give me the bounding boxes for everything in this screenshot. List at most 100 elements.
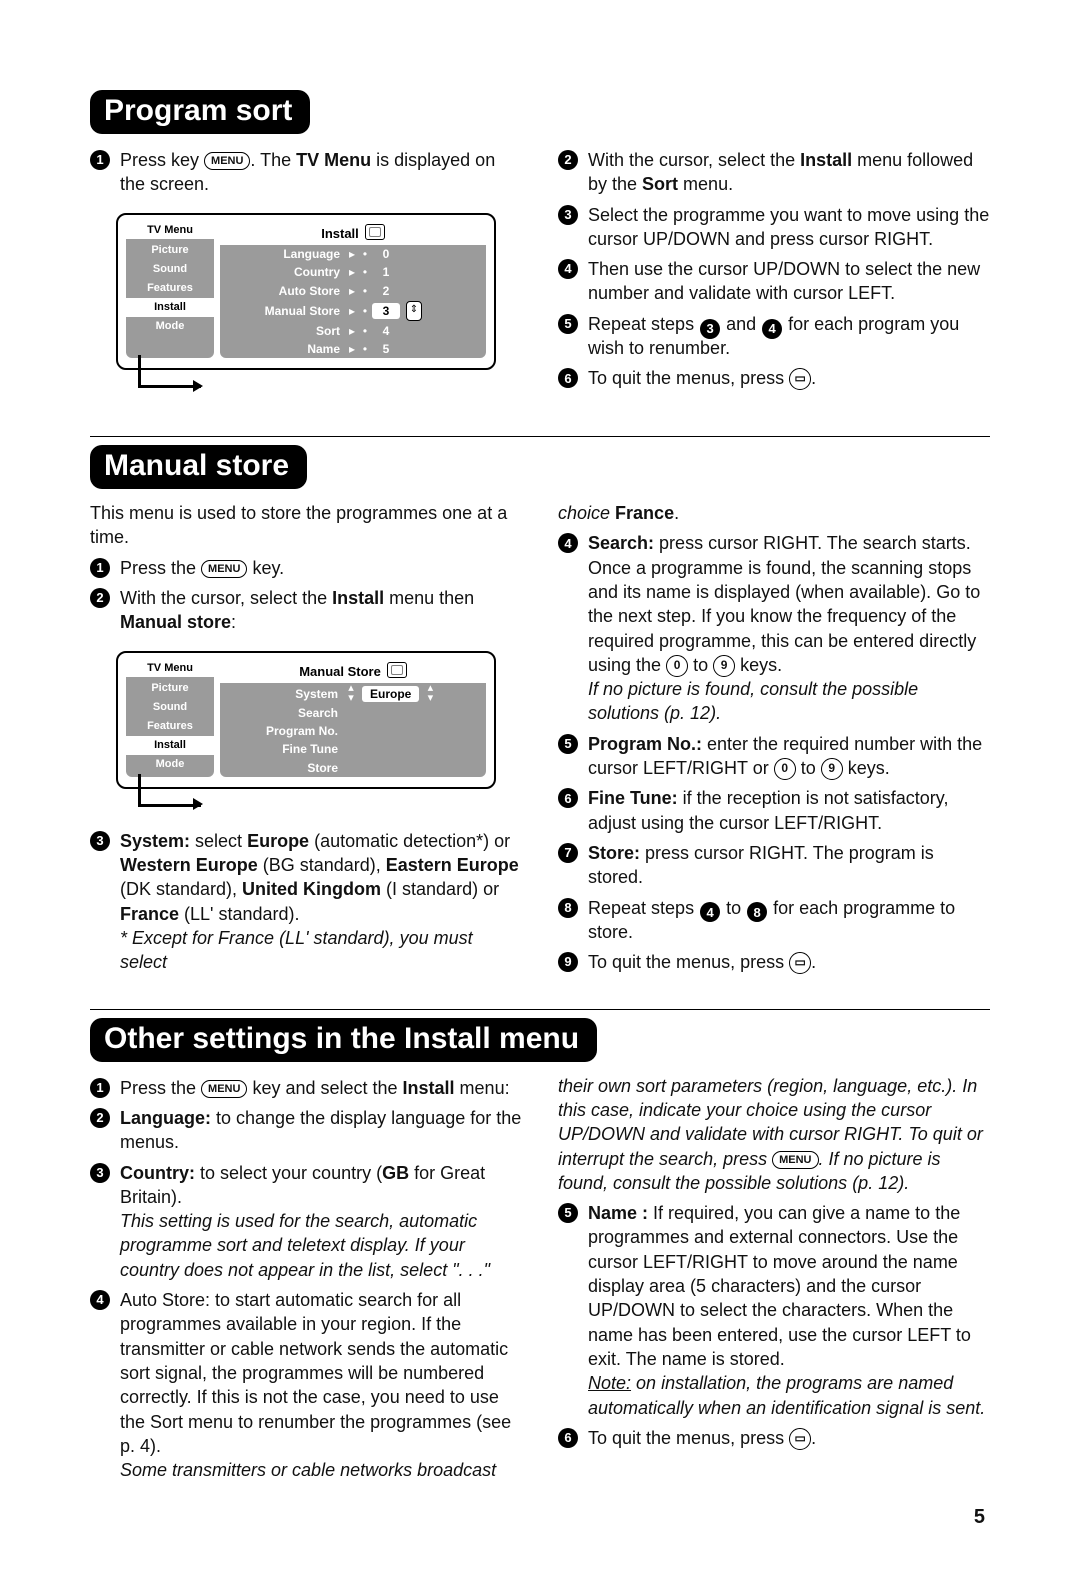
divider <box>90 436 990 437</box>
text: To quit the menus, press <box>588 368 789 388</box>
text: Select the programme you want to move us… <box>588 203 990 252</box>
pointer-arrow-icon <box>138 774 201 807</box>
text: to select your country ( <box>195 1163 382 1183</box>
step-bullet: 6 <box>558 788 578 808</box>
cursor-updown-icon: ▴▾ <box>423 684 437 703</box>
text: menu. <box>678 174 733 194</box>
exit-key-icon: ▭ <box>789 368 811 390</box>
step-bullet: 2 <box>90 588 110 608</box>
text: to <box>796 758 821 778</box>
tvmenu-item: Mode <box>126 755 214 774</box>
text: With the cursor, select the <box>588 150 800 170</box>
tvmenu-item: Picture <box>126 241 214 260</box>
step-bullet: 3 <box>90 831 110 851</box>
step-bullet: 6 <box>558 368 578 388</box>
pointer-arrow-icon <box>138 355 201 388</box>
tvpanel-row-label: Manual Store <box>220 303 346 319</box>
step-bullet: 1 <box>90 1078 110 1098</box>
menu-key-icon: MENU <box>204 152 250 170</box>
text: key. <box>247 558 284 578</box>
page-number: 5 <box>974 1506 985 1529</box>
tvpanel-row-label: Auto Store <box>220 283 346 299</box>
tv-menu-install-screenshot: TV Menu Picture Sound Features Install M… <box>116 213 496 370</box>
tvmenu-header: TV Menu <box>126 221 214 240</box>
tv-menu-manualstore-screenshot: TV Menu Picture Sound Features Install M… <box>116 651 496 789</box>
exit-key-icon: ▭ <box>789 1428 811 1450</box>
heading-other-settings: Other settings in the Install menu <box>90 1018 597 1062</box>
footnote: * Except for France (LL' standard), you … <box>120 926 522 975</box>
step-bullet: 6 <box>558 1428 578 1448</box>
text: Program No.: <box>588 734 702 754</box>
text: Eastern Europe <box>386 855 519 875</box>
divider <box>90 1009 990 1010</box>
text: Europe <box>247 831 309 851</box>
text: System: <box>120 831 190 851</box>
text: : <box>231 612 236 632</box>
text: (LL' standard). <box>179 904 300 924</box>
text: and <box>721 314 761 334</box>
text: Press key <box>120 150 204 170</box>
tvmenu-item: Sound <box>126 260 214 279</box>
digit-key-icon: 9 <box>821 758 843 780</box>
text: Install <box>332 588 384 608</box>
tvmenu-item-active: Install <box>126 298 214 317</box>
digit-key-icon: 9 <box>713 655 735 677</box>
sort-col-left: 1 Press key MENU. The TV Menu is display… <box>90 146 522 408</box>
digit-key-icon: 0 <box>666 655 688 677</box>
ref-bullet: 8 <box>747 902 767 922</box>
tvpanel-row-value: 0 <box>372 246 400 262</box>
tvpanel-header: Install <box>220 221 486 246</box>
footnote: Some transmitters or cable networks broa… <box>120 1458 522 1482</box>
text: This menu is used to store the programme… <box>90 501 522 550</box>
tvmenu-item: Picture <box>126 679 214 698</box>
tvmenu-item: Sound <box>126 698 214 717</box>
text: choice <box>558 503 615 523</box>
text: Language: <box>120 1108 211 1128</box>
manual-col-left: This menu is used to store the programme… <box>90 501 522 981</box>
tvpanel-row-label: Sort <box>220 323 346 339</box>
text: key and select the <box>247 1078 402 1098</box>
text: Name : <box>588 1203 648 1223</box>
ref-bullet: 4 <box>700 902 720 922</box>
step-bullet: 9 <box>558 952 578 972</box>
screen-icon <box>365 224 385 240</box>
text: Install <box>800 150 852 170</box>
text: select <box>190 831 247 851</box>
tvmenu-header: TV Menu <box>126 659 214 678</box>
screen-icon <box>387 662 407 678</box>
text: keys. <box>735 655 782 675</box>
text: menu: <box>455 1078 510 1098</box>
ref-bullet: 3 <box>700 319 720 339</box>
text: Press the <box>120 558 201 578</box>
text: menu then <box>384 588 474 608</box>
other-col-left: 1 Press the MENU key and select the Inst… <box>90 1074 522 1489</box>
step-bullet: 8 <box>558 898 578 918</box>
step-bullet: 3 <box>90 1163 110 1183</box>
footnote: This setting is used for the search, aut… <box>120 1209 522 1282</box>
text: If required, you can give a name to the … <box>588 1203 971 1369</box>
text: Store: <box>588 843 640 863</box>
step-bullet: 4 <box>90 1290 110 1310</box>
text: . The <box>250 150 296 170</box>
text: Sort <box>642 174 678 194</box>
heading-manual-store: Manual store <box>90 445 307 489</box>
manual-col-right: choice France. 4 Search: press cursor RI… <box>558 501 990 981</box>
text: Search: <box>588 533 654 553</box>
exit-key-icon: ▭ <box>789 952 811 974</box>
cursor-updown-icon: ⇕ <box>406 301 422 321</box>
tvpanel-row-value: 5 <box>372 341 400 357</box>
text: United Kingdom <box>242 879 381 899</box>
text: With the cursor, select the <box>120 588 332 608</box>
tvpanel-row-label: System <box>220 686 344 702</box>
tvpanel-header: Manual Store <box>220 659 486 684</box>
text: Repeat steps <box>588 314 699 334</box>
text: (I standard) or <box>381 879 499 899</box>
step-bullet: 5 <box>558 734 578 754</box>
text: Western Europe <box>120 855 258 875</box>
text: (BG standard), <box>258 855 386 875</box>
text: (DK standard), <box>120 879 242 899</box>
step-bullet: 5 <box>558 314 578 334</box>
menu-key-icon: MENU <box>201 1080 247 1098</box>
text: TV Menu <box>296 150 371 170</box>
footnote: If no picture is found, consult the poss… <box>588 677 990 726</box>
